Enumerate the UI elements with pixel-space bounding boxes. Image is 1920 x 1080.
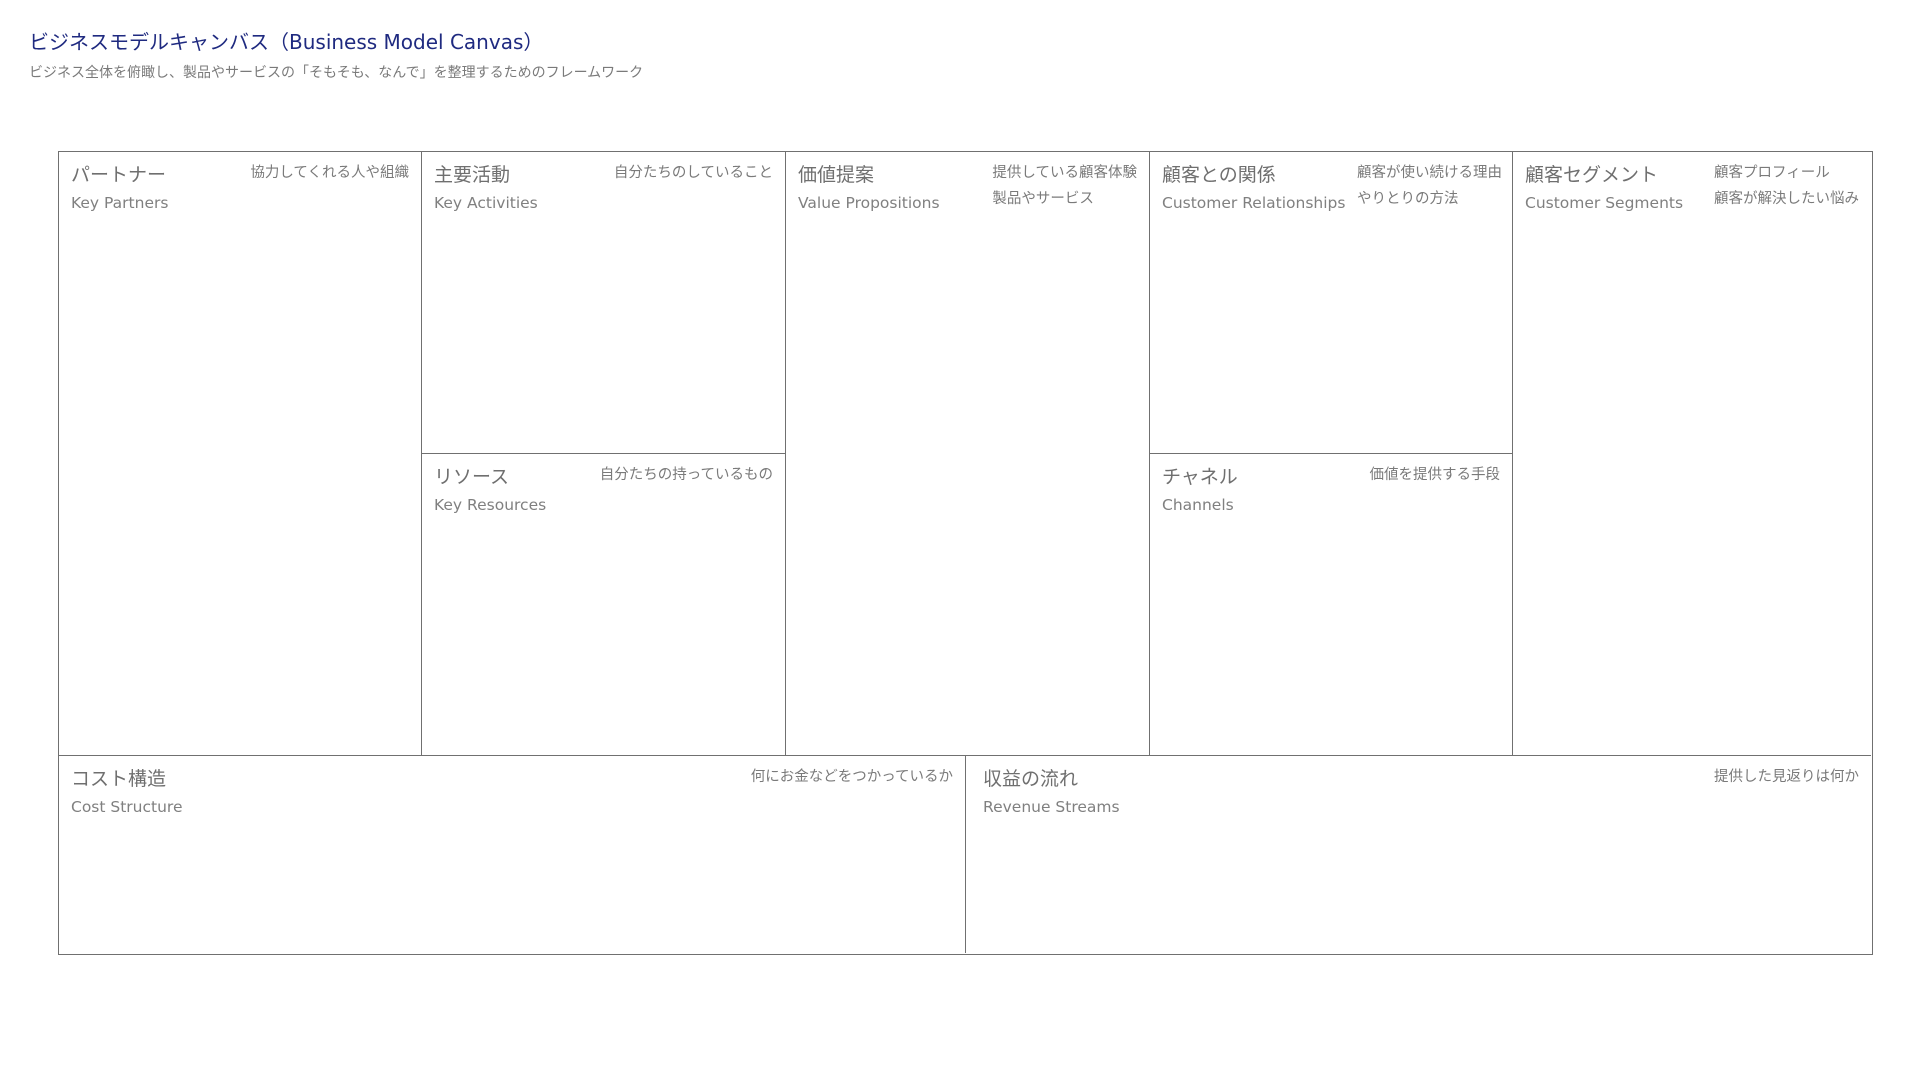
business-model-canvas: パートナー Key Partners 協力してくれる人や組織 主要活動 Key …: [58, 151, 1873, 955]
revenue-streams-box[interactable]: 収益の流れ Revenue Streams 提供した見返りは何か: [966, 756, 1871, 953]
key-activities-title-en: Key Activities: [434, 194, 538, 212]
revenue-streams-hint: 提供した見返りは何か: [1714, 769, 1859, 785]
key-partners-hint: 協力してくれる人や組織: [250, 165, 409, 181]
cost-structure-hint: 何にお金などをつかっているか: [750, 769, 953, 785]
key-resources-hints: 自分たちの持っているもの: [600, 462, 773, 488]
key-resources-hint: 自分たちの持っているもの: [599, 467, 773, 483]
value-propositions-hint-1: 提供している顧客体験: [992, 165, 1137, 181]
page-title: ビジネスモデルキャンバス（Business Model Canvas）: [29, 30, 544, 54]
customer-relationships-hints: 顧客が使い続ける理由 やりとりの方法: [1357, 160, 1502, 212]
page-subtitle: ビジネス全体を俯瞰し、製品やサービスの「そもそも、なんで」を整理するためのフレー…: [29, 65, 644, 81]
cost-structure-title-jp: コスト構造: [71, 768, 167, 790]
customer-relationships-title-jp: 顧客との関係: [1162, 164, 1276, 186]
customer-relationships-title-en: Customer Relationships: [1162, 194, 1346, 212]
cost-structure-box[interactable]: コスト構造 Cost Structure 何にお金などをつかっているか: [59, 756, 966, 953]
key-activities-hints: 自分たちのしていること: [614, 160, 773, 186]
key-partners-title-en: Key Partners: [71, 194, 169, 212]
customer-segments-hint-2: 顧客が解決したい悩み: [1714, 191, 1859, 207]
revenue-streams-title-jp: 収益の流れ: [983, 768, 1079, 790]
customer-segments-hints: 顧客プロフィール 顧客が解決したい悩み: [1714, 160, 1859, 212]
value-propositions-title-jp: 価値提案: [798, 164, 875, 186]
channels-hints: 価値を提供する手段: [1370, 462, 1501, 488]
key-resources-title-en: Key Resources: [434, 496, 547, 514]
key-partners-title-jp: パートナー: [71, 164, 167, 186]
value-propositions-box[interactable]: 価値提案 Value Propositions 提供している顧客体験 製品やサー…: [786, 152, 1150, 756]
cost-structure-title-en: Cost Structure: [71, 798, 183, 816]
channels-title-en: Channels: [1162, 496, 1234, 514]
key-resources-title-jp: リソース: [434, 466, 510, 488]
channels-hint: 価値を提供する手段: [1369, 467, 1501, 483]
key-partners-box[interactable]: パートナー Key Partners 協力してくれる人や組織: [59, 152, 422, 756]
key-activities-title-jp: 主要活動: [434, 164, 511, 186]
customer-relationships-box[interactable]: 顧客との関係 Customer Relationships 顧客が使い続ける理由…: [1150, 152, 1513, 454]
customer-segments-title-jp: 顧客セグメント: [1525, 164, 1659, 186]
value-propositions-title-en: Value Propositions: [798, 194, 940, 212]
customer-relationships-hint-2: やりとりの方法: [1357, 191, 1459, 207]
key-partners-hints: 協力してくれる人や組織: [250, 160, 409, 186]
revenue-streams-hints: 提供した見返りは何か: [1714, 764, 1859, 790]
page: ビジネスモデルキャンバス（Business Model Canvas） ビジネス…: [0, 0, 1920, 1080]
cost-structure-hints: 何にお金などをつかっているか: [751, 764, 953, 790]
value-propositions-hints: 提供している顧客体験 製品やサービス: [992, 160, 1137, 212]
channels-title-jp: チャネル: [1162, 466, 1238, 488]
key-resources-box[interactable]: リソース Key Resources 自分たちの持っているもの: [422, 454, 786, 756]
customer-segments-box[interactable]: 顧客セグメント Customer Segments 顧客プロフィール 顧客が解決…: [1513, 152, 1871, 756]
customer-segments-hint-1: 顧客プロフィール: [1714, 165, 1830, 181]
key-activities-box[interactable]: 主要活動 Key Activities 自分たちのしていること: [422, 152, 786, 454]
channels-box[interactable]: チャネル Channels 価値を提供する手段: [1150, 454, 1513, 756]
revenue-streams-title-en: Revenue Streams: [983, 798, 1120, 816]
key-activities-hint: 自分たちのしていること: [613, 165, 773, 181]
customer-relationships-hint-1: 顧客が使い続ける理由: [1357, 165, 1502, 181]
customer-segments-title-en: Customer Segments: [1525, 194, 1684, 212]
value-propositions-hint-2: 製品やサービス: [992, 191, 1094, 207]
